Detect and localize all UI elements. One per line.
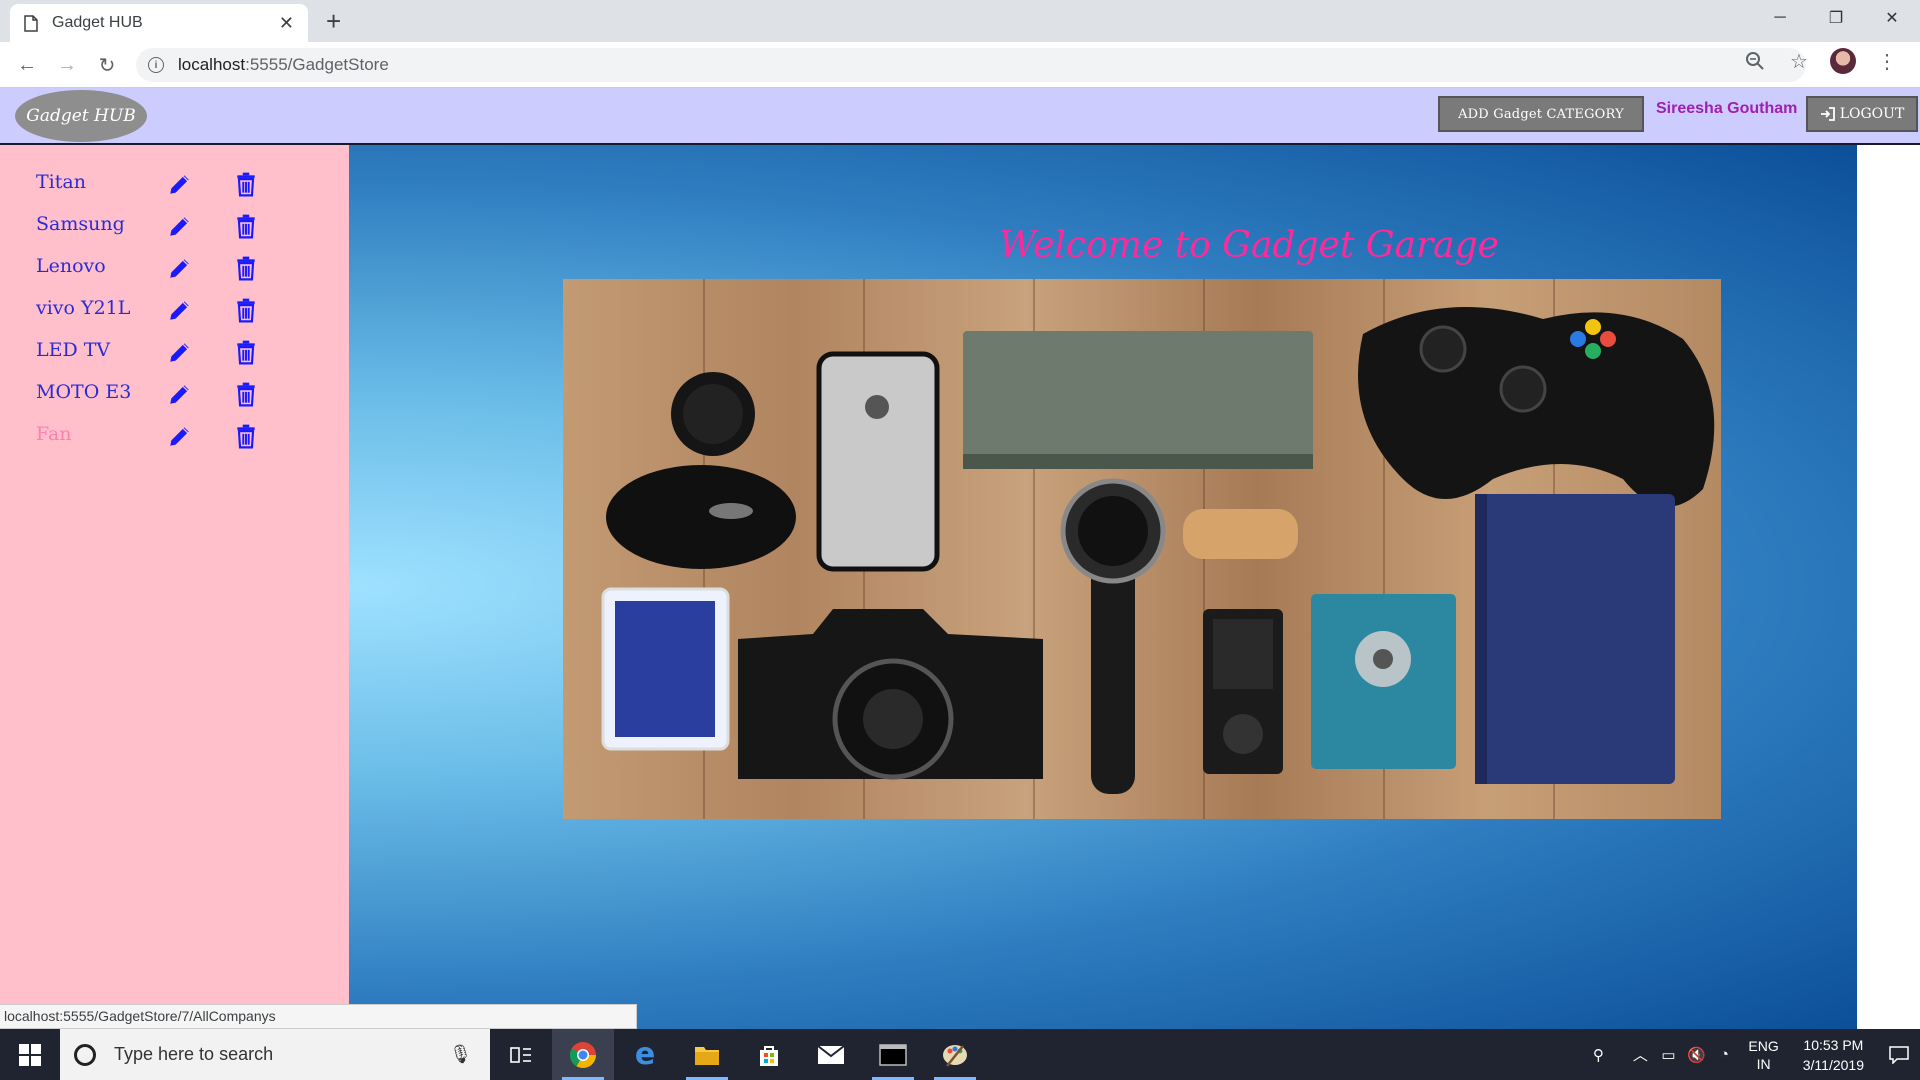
forward-icon[interactable]: → [54, 52, 80, 78]
category-link[interactable]: LED TV [36, 339, 110, 361]
pencil-icon[interactable] [167, 213, 193, 239]
page-right-margin [1857, 145, 1920, 1029]
pencil-icon[interactable] [167, 339, 193, 365]
welcome-heading: Welcome to Gadget Garage [999, 225, 1499, 266]
volume-muted-icon[interactable]: 🔇 [1682, 1046, 1710, 1064]
pencil-icon[interactable] [167, 255, 193, 281]
category-link[interactable]: Samsung [36, 213, 125, 235]
trash-icon[interactable] [233, 381, 259, 407]
url-path: :5555/GadgetStore [245, 55, 389, 74]
menu-kebab-icon[interactable]: ⋮ [1874, 48, 1900, 74]
new-tab-button[interactable]: + [326, 8, 341, 34]
cortana-icon [74, 1043, 96, 1066]
show-hidden-icons-chevron-icon[interactable]: ︿ [1626, 1044, 1654, 1065]
clock[interactable]: 10:53 PM 3/11/2019 [1803, 1035, 1864, 1075]
windows-taskbar: Type here to search 🎙 e ⚲ ︿ ▭ 🔇 ◔ ENG IN [0, 1029, 1920, 1080]
microphone-icon[interactable]: 🎙 [449, 1044, 472, 1065]
action-center-icon[interactable] [1878, 1029, 1920, 1080]
zoom-icon[interactable] [1742, 48, 1768, 74]
app-header: Gadget HUB ADD Gadget CATEGORY Sireesha … [0, 88, 1920, 145]
windows-logo-icon [19, 1043, 41, 1066]
category-item: Samsung [36, 213, 336, 247]
terminal-taskbar-icon[interactable] [862, 1029, 924, 1080]
back-icon[interactable]: ← [14, 52, 40, 78]
people-icon[interactable]: ⚲ [1584, 1046, 1612, 1064]
gadgets-hero-image [563, 279, 1721, 819]
pencil-icon[interactable] [167, 423, 193, 449]
pencil-icon[interactable] [167, 381, 193, 407]
browser-tab[interactable]: Gadget HUB ✕ [10, 4, 308, 42]
category-sidebar: Titan Samsung Lenovo vivo Y21L LED TV MO… [0, 145, 349, 1029]
category-item: LED TV [36, 339, 336, 373]
brand-logo[interactable]: Gadget HUB [15, 90, 147, 142]
reload-icon[interactable]: ↻ [94, 52, 120, 78]
url-host: localhost [178, 55, 246, 74]
info-icon[interactable]: i [148, 57, 164, 73]
wifi-icon[interactable]: ◔ [1710, 1046, 1738, 1063]
restore-icon[interactable]: ❐ [1808, 0, 1864, 36]
taskbar-search-placeholder: Type here to search [114, 1044, 274, 1064]
paint-taskbar-icon[interactable] [924, 1029, 986, 1080]
browser-tab-bar: Gadget HUB ✕ + ─ ❐ ✕ [0, 0, 1920, 42]
system-tray: ⚲ ︿ ▭ 🔇 ◔ ENG IN 10:53 PM 3/11/2019 [1584, 1029, 1920, 1080]
start-button[interactable] [0, 1029, 60, 1080]
pencil-icon[interactable] [167, 297, 193, 323]
category-link[interactable]: vivo Y21L [36, 297, 130, 319]
profile-avatar[interactable] [1830, 48, 1856, 74]
trash-icon[interactable] [233, 339, 259, 365]
language-code: ENG [1748, 1037, 1779, 1054]
store-taskbar-icon[interactable] [738, 1029, 800, 1080]
url-input[interactable]: i localhost :5555/GadgetStore [136, 48, 1806, 82]
logout-button[interactable]: LOGOUT [1806, 96, 1918, 132]
logout-label: LOGOUT [1839, 106, 1905, 122]
language-indicator[interactable]: ENG IN [1748, 1037, 1778, 1073]
add-category-button[interactable]: ADD Gadget CATEGORY [1438, 96, 1644, 132]
main-content: Welcome to Gadget Garage [349, 145, 1857, 1029]
category-link[interactable]: Fan [36, 423, 71, 445]
trash-icon[interactable] [233, 213, 259, 239]
clock-time: 10:53 PM [1803, 1036, 1864, 1053]
browser-actions: ☆ ⋮ [1742, 48, 1900, 74]
category-item: Fan [36, 423, 336, 457]
category-item: MOTO E3 [36, 381, 336, 415]
chrome-taskbar-icon[interactable] [552, 1029, 614, 1080]
window-controls: ─ ❐ ✕ [1752, 0, 1920, 36]
edge-taskbar-icon[interactable]: e [614, 1029, 676, 1080]
category-link[interactable]: Titan [36, 171, 86, 193]
trash-icon[interactable] [233, 297, 259, 323]
login-icon [1820, 107, 1835, 121]
battery-icon[interactable]: ▭ [1654, 1046, 1682, 1064]
user-name: Sireesha Goutham [1656, 100, 1798, 117]
region-code: IN [1756, 1055, 1771, 1072]
trash-icon[interactable] [233, 255, 259, 281]
gadgets-illustration [601, 307, 1715, 794]
document-icon [24, 14, 38, 32]
pencil-icon[interactable] [167, 171, 193, 197]
trash-icon[interactable] [233, 171, 259, 197]
tab-close-icon[interactable]: ✕ [279, 13, 294, 34]
category-link[interactable]: MOTO E3 [36, 381, 131, 403]
task-view-button[interactable] [490, 1029, 552, 1080]
clock-date: 3/11/2019 [1802, 1056, 1864, 1073]
close-window-icon[interactable]: ✕ [1864, 0, 1920, 36]
status-url-bubble: localhost:5555/GadgetStore/7/AllCompanys [0, 1004, 637, 1029]
category-item: Titan [36, 171, 336, 205]
taskbar-search-input[interactable]: Type here to search 🎙 [60, 1029, 490, 1080]
bookmark-star-icon[interactable]: ☆ [1786, 48, 1812, 74]
file-explorer-taskbar-icon[interactable] [676, 1029, 738, 1080]
category-item: Lenovo [36, 255, 336, 289]
address-bar: ← → ↻ i localhost :5555/GadgetStore ☆ ⋮ [0, 42, 1920, 88]
category-link[interactable]: Lenovo [36, 255, 106, 277]
minimize-icon[interactable]: ─ [1752, 0, 1808, 36]
category-item: vivo Y21L [36, 297, 336, 331]
mail-taskbar-icon[interactable] [800, 1029, 862, 1080]
trash-icon[interactable] [233, 423, 259, 449]
tab-title: Gadget HUB [52, 14, 143, 31]
